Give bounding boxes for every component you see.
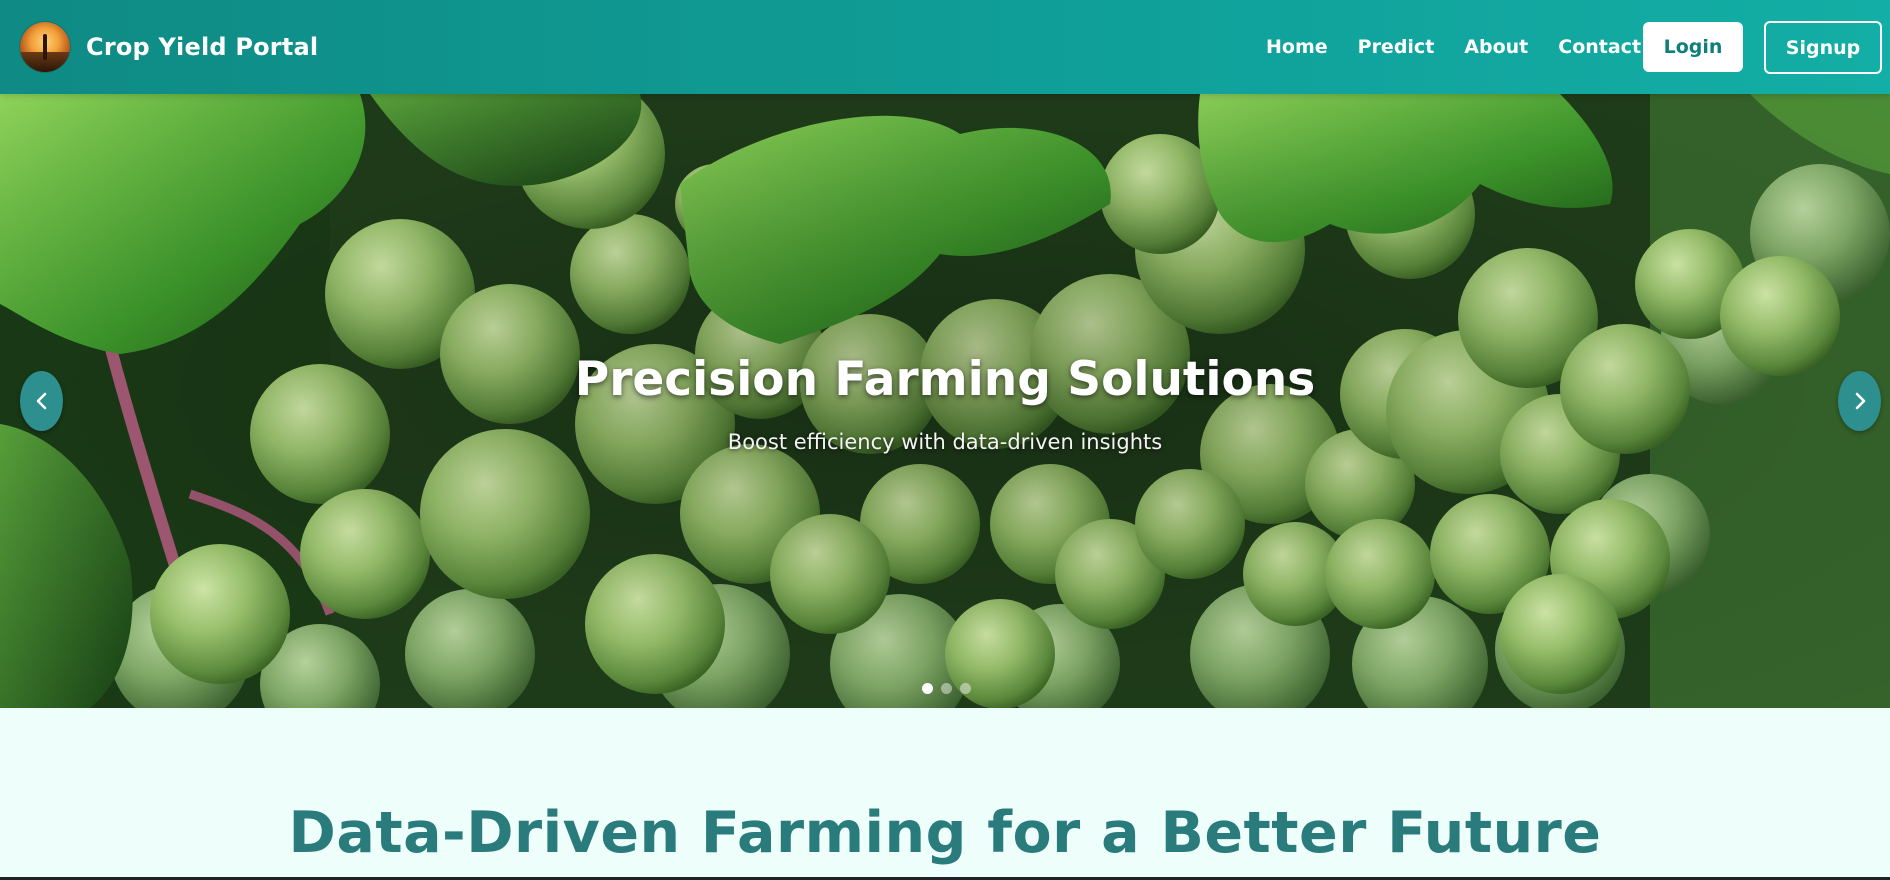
signup-button[interactable]: Signup <box>1764 21 1882 74</box>
carousel-indicator-2[interactable] <box>941 683 952 694</box>
section-title: Data-Driven Farming for a Better Future <box>288 800 1602 866</box>
chevron-right-icon <box>1855 392 1865 410</box>
login-button[interactable]: Login <box>1643 22 1743 72</box>
nav-link-home[interactable]: Home <box>1266 36 1328 58</box>
chevron-left-icon <box>36 392 46 410</box>
carousel-next-button[interactable] <box>1838 371 1881 431</box>
hero-title: Precision Farming Solutions <box>574 352 1316 407</box>
hero-carousel: Precision Farming Solutions Boost effici… <box>0 94 1890 708</box>
carousel-indicator-3[interactable] <box>960 683 971 694</box>
nav-link-contact[interactable]: Contact <box>1558 36 1641 58</box>
carousel-indicators <box>922 683 971 694</box>
carousel-indicator-1[interactable] <box>922 683 933 694</box>
brand-logo <box>20 22 70 72</box>
nav-link-predict[interactable]: Predict <box>1358 36 1435 58</box>
carousel-prev-button[interactable] <box>20 371 63 431</box>
brand-link[interactable]: Crop Yield Portal <box>20 20 318 74</box>
navbar: Crop Yield Portal Home Predict About Con… <box>0 0 1890 94</box>
hero-subtitle: Boost efficiency with data-driven insigh… <box>727 430 1163 454</box>
nav-links: Home Predict About Contact <box>1266 0 1671 94</box>
brand-name: Crop Yield Portal <box>86 33 319 61</box>
nav-link-about[interactable]: About <box>1464 36 1528 58</box>
